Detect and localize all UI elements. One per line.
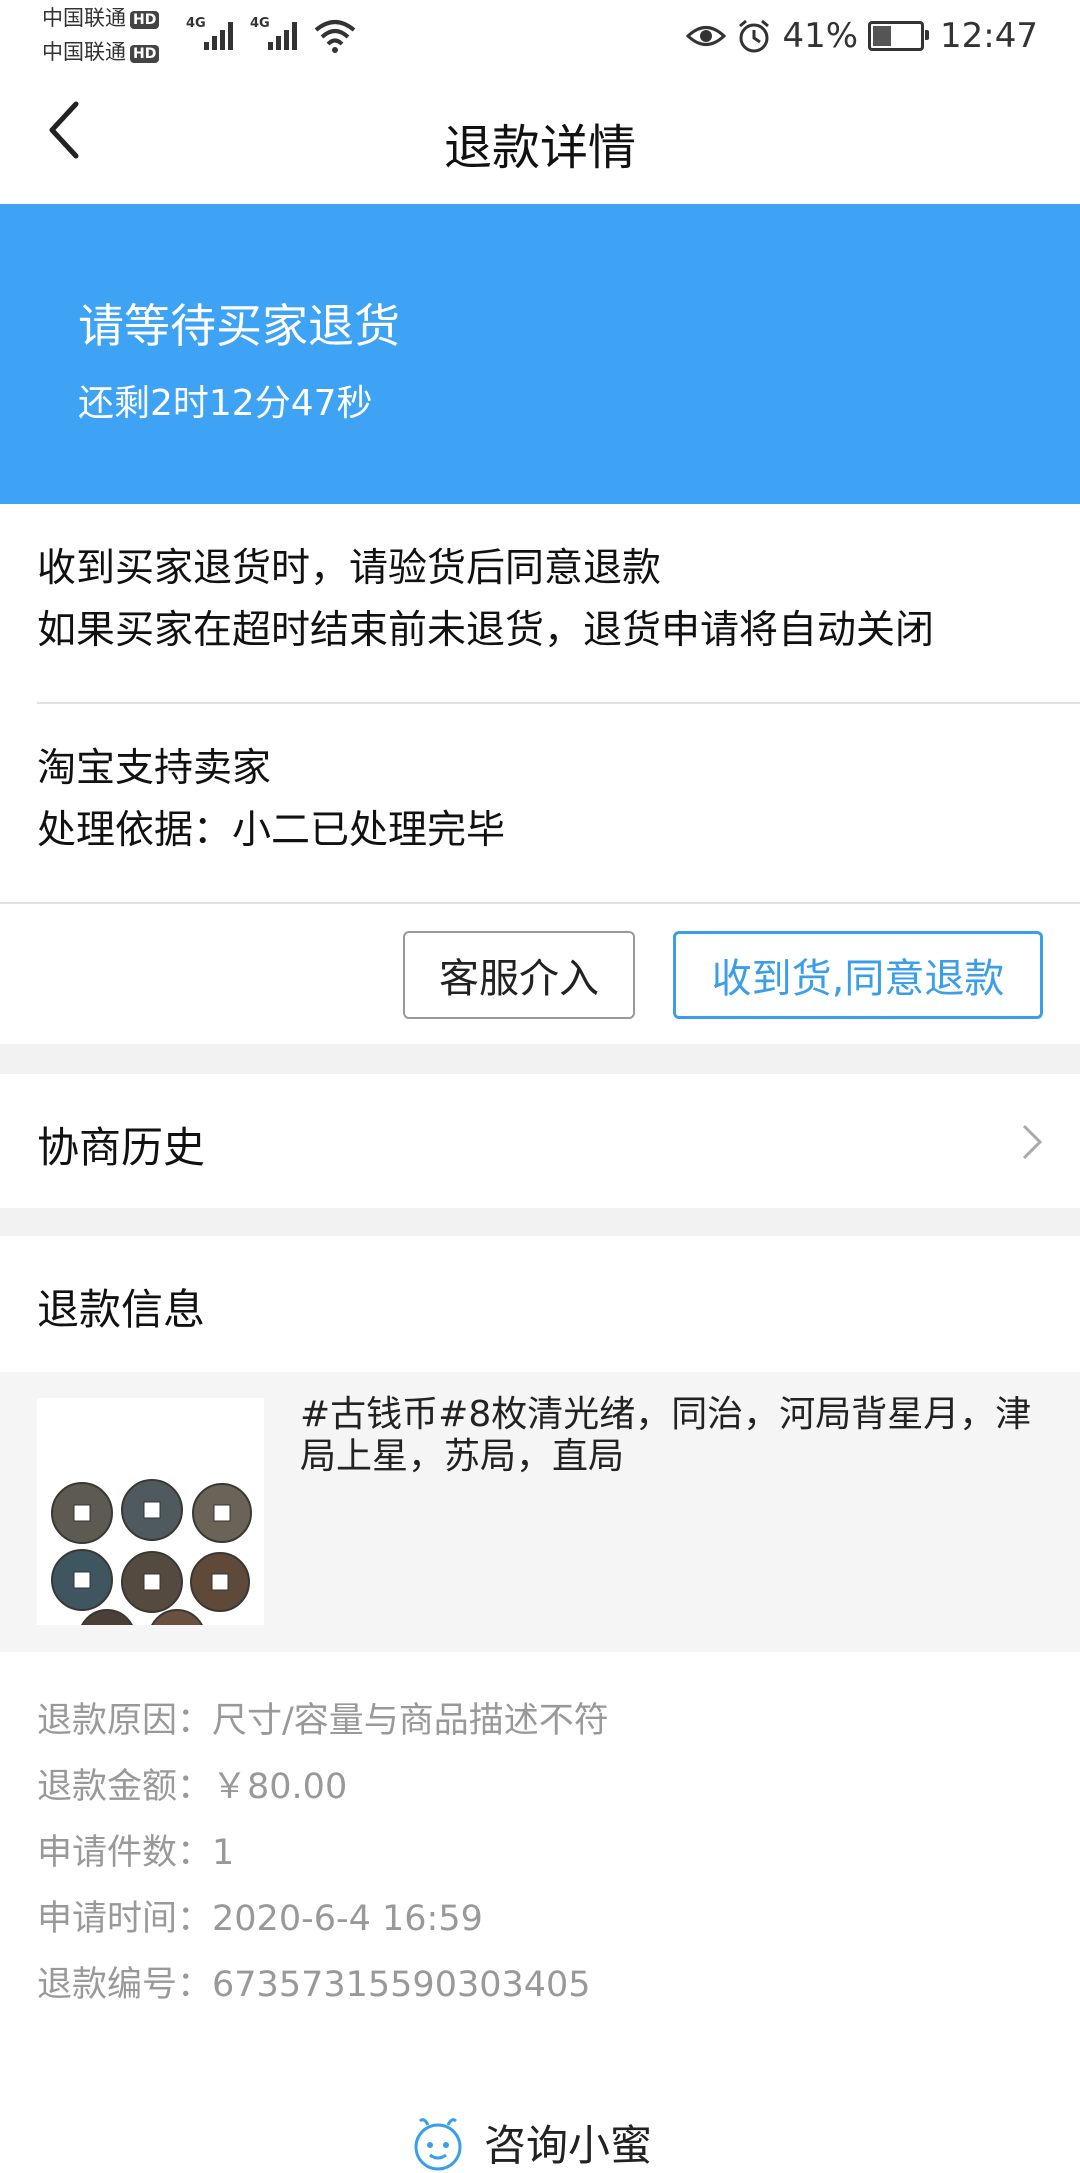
carrier-label-secondary: 中国联通 HD xyxy=(42,40,160,64)
notice-line-1: 收到买家退货时，请验货后同意退款 xyxy=(37,546,662,591)
banner-title: 请等待买家退货 xyxy=(78,299,400,353)
customer-service-button[interactable]: 客服介入 xyxy=(403,931,635,1019)
status-bar: 中国联通 HD 中国联通 HD 4G 4G 41% 12:47 xyxy=(0,0,1080,70)
agree-refund-button[interactable]: 收到货,同意退款 xyxy=(673,931,1043,1019)
divider xyxy=(37,702,1080,704)
signal-icon-secondary: 4G xyxy=(250,14,306,54)
negotiation-history-row[interactable]: 协商历史 xyxy=(0,1074,1080,1208)
section-gap xyxy=(0,1044,1080,1074)
alarm-icon xyxy=(739,19,770,53)
footer-bar: 咨询小蜜 xyxy=(0,2056,1080,2170)
history-label: 协商历史 xyxy=(37,1123,206,1172)
consult-label: 咨询小蜜 xyxy=(484,2121,653,2170)
assistant-bee-icon xyxy=(414,2117,462,2170)
wifi-icon xyxy=(314,20,356,53)
refund-number: 退款编号：67357315590303405 xyxy=(37,1965,591,2005)
carrier-label: 中国联通 HD xyxy=(42,6,160,30)
decision-line-1: 淘宝支持卖家 xyxy=(37,746,272,791)
page-title: 退款详情 xyxy=(443,120,636,176)
consult-assistant-button[interactable]: 咨询小蜜 xyxy=(410,2112,652,2173)
section-gap xyxy=(0,1208,1080,1236)
nav-bar: 退款详情 xyxy=(0,70,1080,204)
product-title: #古钱币#8枚清光绪，同治，河局背星月，津局上星，苏局，直局 xyxy=(300,1394,1032,1477)
decision-line-2: 处理依据：小二已处理完毕 xyxy=(37,808,506,853)
clock-time: 12:47 xyxy=(940,16,1038,56)
battery-icon xyxy=(868,21,930,51)
chevron-right-icon xyxy=(1022,1124,1043,1160)
notice-line-2: 如果买家在超时结束前未退货，退货申请将自动关闭 xyxy=(37,608,935,653)
battery-percent: 41% xyxy=(782,16,859,56)
request-quantity: 申请件数：1 xyxy=(37,1833,235,1873)
refund-info-title: 退款信息 xyxy=(37,1285,206,1334)
product-image xyxy=(37,1398,264,1625)
refund-amount: 退款金额：￥80.00 xyxy=(37,1767,348,1807)
banner-countdown: 还剩2时12分47秒 xyxy=(78,383,373,424)
refund-reason: 退款原因：尺寸/容量与商品描述不符 xyxy=(37,1701,609,1741)
product-card[interactable]: #古钱币#8枚清光绪，同治，河局背星月，津局上星，苏局，直局 xyxy=(0,1372,1080,1652)
request-time: 申请时间：2020-6-4 16:59 xyxy=(37,1899,483,1939)
eye-icon xyxy=(686,26,727,46)
refund-status-banner: 请等待买家退货 还剩2时12分47秒 xyxy=(0,204,1080,504)
status-right-group: 41% 12:47 xyxy=(686,14,1038,58)
divider xyxy=(0,902,1080,904)
signal-icon: 4G xyxy=(186,14,242,54)
